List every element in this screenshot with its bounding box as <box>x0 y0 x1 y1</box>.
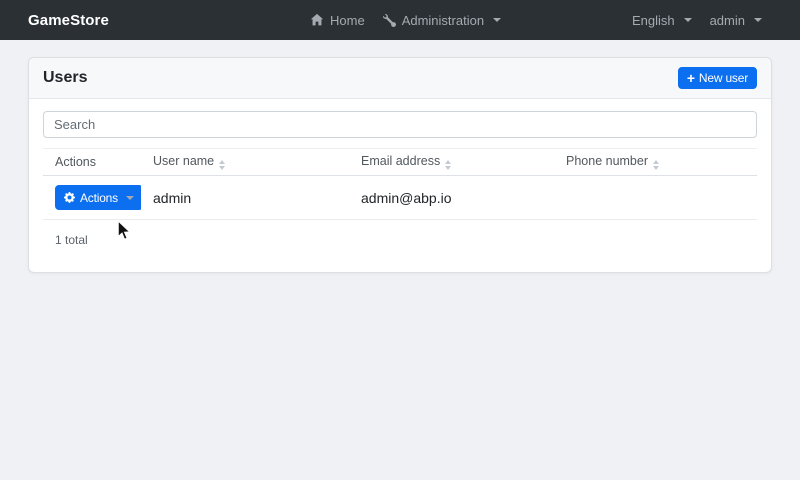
sort-icon <box>653 160 660 170</box>
main-menu: Home Administration <box>310 0 502 40</box>
table-header-row: Actions User name Email address Phone nu… <box>43 148 757 176</box>
page-content: Users + New user Actions User name <box>0 40 800 290</box>
chevron-down-icon <box>683 18 692 22</box>
chevron-down-icon <box>493 18 502 22</box>
language-dropdown[interactable]: English <box>632 13 692 28</box>
column-header-email[interactable]: Email address <box>349 148 554 176</box>
row-actions-button-label: Actions <box>80 190 118 205</box>
wrench-icon <box>382 13 396 27</box>
navbar-right: English admin <box>632 13 762 28</box>
new-user-button[interactable]: + New user <box>677 67 757 89</box>
users-card-body: Actions User name Email address Phone nu… <box>29 99 771 272</box>
column-header-email-label: Email address <box>361 154 441 168</box>
table-row: Actions admin admin@abp.io <box>43 175 757 220</box>
users-table: Actions User name Email address Phone nu… <box>43 148 757 220</box>
nav-item-administration-label: Administration <box>401 12 485 28</box>
new-user-button-label: New user <box>698 71 748 85</box>
column-header-username[interactable]: User name <box>141 148 349 176</box>
column-header-actions: Actions <box>43 148 141 176</box>
sort-icon <box>445 160 452 170</box>
nav-item-home-label: Home <box>330 12 365 28</box>
user-menu-label: admin <box>709 12 745 28</box>
search-input[interactable] <box>43 111 757 138</box>
chevron-down-icon <box>754 18 762 22</box>
users-card-header: Users + New user <box>29 58 771 99</box>
column-header-actions-label: Actions <box>55 155 96 169</box>
column-header-phone-label: Phone number <box>566 154 649 168</box>
total-count: 1 total <box>55 233 88 247</box>
column-header-phone[interactable]: Phone number <box>554 148 757 176</box>
brand-logo[interactable]: GameStore <box>28 12 109 29</box>
nav-item-home[interactable]: Home <box>310 13 365 28</box>
column-header-username-label: User name <box>153 154 215 168</box>
sort-icon <box>219 160 226 170</box>
users-card: Users + New user Actions User name <box>28 57 772 273</box>
nav-item-administration[interactable]: Administration <box>382 12 502 28</box>
home-icon <box>310 13 324 27</box>
row-actions-button[interactable]: Actions <box>55 185 141 210</box>
plus-icon: + <box>686 70 695 86</box>
cell-username: admin <box>141 175 349 220</box>
cell-email: admin@abp.io <box>349 175 554 220</box>
page-title: Users <box>43 69 88 86</box>
cell-actions: Actions <box>43 175 141 220</box>
cell-phone <box>554 175 757 220</box>
language-dropdown-label: English <box>631 12 675 28</box>
chevron-down-icon <box>125 195 134 200</box>
user-menu-dropdown[interactable]: admin <box>710 13 762 28</box>
gear-icon <box>64 192 75 203</box>
top-navbar: GameStore Home Administration English ad… <box>0 0 800 40</box>
